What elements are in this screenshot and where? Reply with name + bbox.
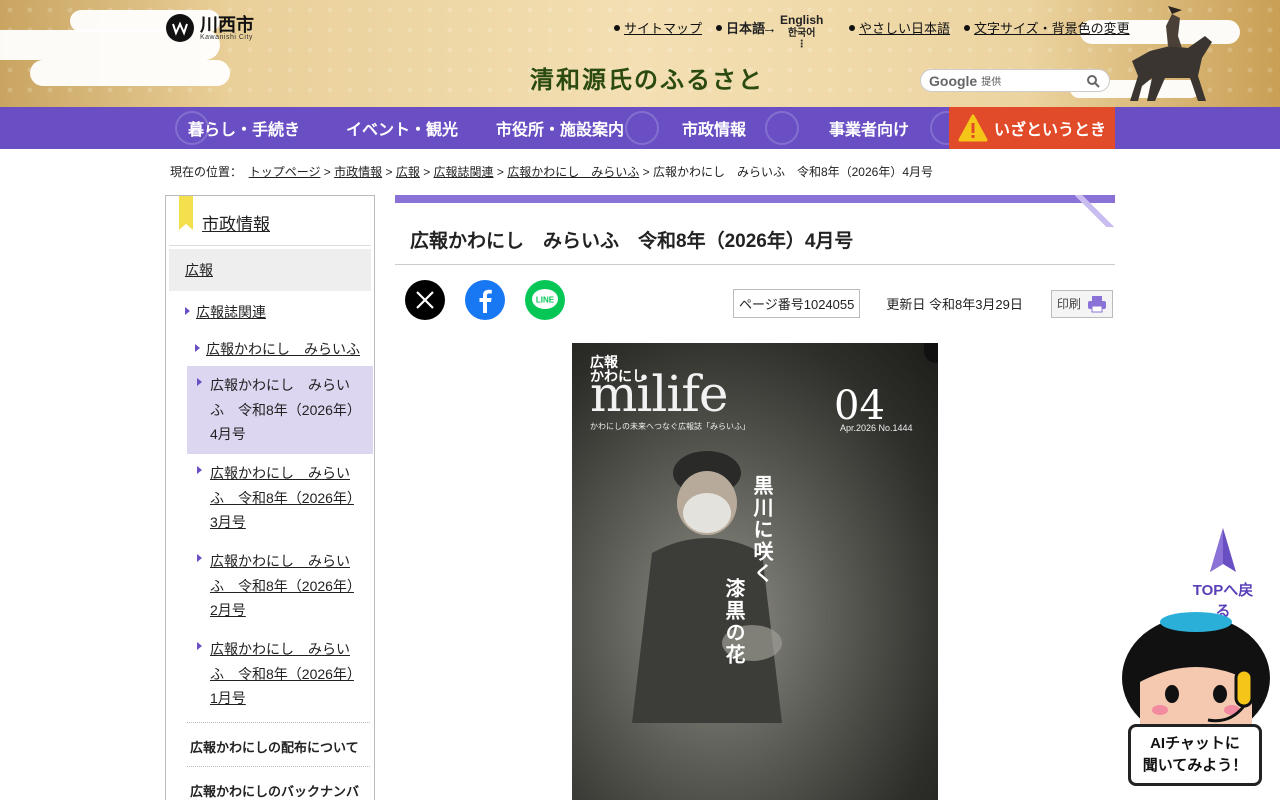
cover-issue-date: Apr.2026 No.1444	[840, 423, 913, 433]
sidebar-issue-march[interactable]: 広報かわにし みらいふ 令和8年（2026年）3月号	[210, 461, 360, 535]
facebook-share-icon[interactable]	[465, 280, 505, 320]
utility-links: サイトマップ 日本語 やさしい日本語 文字サイズ・背景色の変更	[614, 18, 1144, 37]
triangle-right-icon	[197, 466, 202, 474]
breadcrumb-koho-related[interactable]: 広報誌関連	[434, 165, 494, 179]
chat-line-1: AIチャットに	[1150, 735, 1240, 752]
share-buttons: LINE	[405, 280, 565, 320]
print-button[interactable]: 印刷	[1050, 289, 1113, 318]
nav-city-info[interactable]: 市政情報	[639, 107, 789, 149]
lang-more-icon: ⋮	[796, 39, 807, 50]
triangle-right-icon	[197, 378, 202, 386]
city-emblem-icon	[166, 14, 194, 42]
ai-chat-widget[interactable]: AIチャットに 聞いてみよう！	[1120, 612, 1272, 790]
sitemap-link[interactable]: サイトマップ	[624, 18, 702, 37]
line-share-icon[interactable]: LINE	[525, 280, 565, 320]
svg-text:LINE: LINE	[536, 296, 555, 305]
bookmark-icon	[179, 196, 193, 230]
sidebar-distribution-link[interactable]: 広報かわにしの配布について	[190, 737, 359, 756]
mascot-icon	[1122, 612, 1270, 740]
printer-icon	[1087, 295, 1106, 312]
x-share-icon[interactable]	[405, 280, 445, 320]
nav-business[interactable]: 事業者向け	[789, 107, 949, 149]
city-name-en: Kawanishi City	[200, 33, 253, 41]
back-to-top-button[interactable]: TOPへ戻る	[1186, 528, 1260, 621]
print-label: 印刷	[1056, 297, 1081, 311]
magazine-cover-image[interactable]: 広報 かわにし milife かわにしの未来へつなぐ広報誌「みらいふ」 04 A…	[572, 343, 938, 800]
page-meta: ページ番号1024055 更新日 令和8年3月29日 印刷	[733, 289, 1113, 318]
search-icon[interactable]	[1085, 73, 1101, 89]
language-selector[interactable]: English 한국어 ⋮	[780, 13, 824, 50]
samurai-horse-illustration	[1130, 6, 1212, 101]
sidebar-issue-current: 広報かわにし みらいふ 令和8年（2026年）4月号	[210, 377, 354, 442]
breadcrumb: 現在の位置： トップページ > 市政情報 > 広報 > 広報誌関連 > 広報かわ…	[170, 165, 933, 179]
nav-events[interactable]: イベント・観光	[323, 107, 481, 149]
triangle-right-icon	[197, 642, 202, 650]
site-tagline: 清和源氏のふるさと	[530, 65, 764, 94]
city-logo[interactable]: 川西市 Kawanishi City	[166, 14, 254, 42]
cover-subtitle: かわにしの未来へつなぐ広報誌「みらいふ」	[590, 422, 750, 431]
main-content: 広報かわにし みらいふ 令和8年（2026年）4月号 LINE ページ番号102…	[395, 195, 1115, 800]
site-header: 川西市 Kawanishi City 清和源氏のふるさと サイトマップ 日本語 …	[0, 0, 1280, 107]
site-search[interactable]: Google 提供	[920, 69, 1110, 92]
triangle-right-icon	[185, 307, 190, 315]
warning-icon	[958, 114, 988, 142]
google-brand: Google	[929, 72, 978, 89]
search-provided-label: 提供	[981, 77, 1002, 88]
chat-line-2: 聞いてみよう！	[1142, 757, 1248, 774]
nav-emergency-label: いざというとき	[993, 122, 1106, 139]
cover-headline-2: 漆黒の花	[722, 578, 746, 666]
up-arrow-icon	[1210, 528, 1236, 572]
global-nav: 暮らし・手続き イベント・観光 市役所・施設案内 市政情報 事業者向け いざとい…	[0, 107, 1280, 149]
updated-date: 更新日 令和8年3月29日	[886, 297, 1023, 312]
sidebar-backnumber-link[interactable]: 広報かわにしのバックナンバ	[190, 781, 359, 800]
breadcrumb-koho[interactable]: 広報	[396, 165, 420, 179]
triangle-right-icon	[197, 554, 202, 562]
breadcrumb-top[interactable]: トップページ	[249, 165, 321, 179]
triangle-right-icon	[195, 344, 200, 352]
lang-japanese[interactable]: 日本語	[726, 18, 765, 37]
text-size-color-link[interactable]: 文字サイズ・背景色の変更	[974, 18, 1130, 37]
breadcrumb-milife[interactable]: 広報かわにし みらいふ	[507, 165, 639, 179]
sidebar-heading[interactable]: 市政情報	[202, 210, 270, 235]
nav-living[interactable]: 暮らし・手続き	[165, 107, 323, 149]
city-name: 川西市	[200, 14, 254, 35]
breadcrumb-city-info[interactable]: 市政情報	[334, 165, 382, 179]
page-number: ページ番号1024055	[733, 289, 861, 318]
breadcrumb-current: 広報かわにし みらいふ 令和8年（2026年）4月号	[652, 165, 933, 179]
nav-facilities[interactable]: 市役所・施設案内	[481, 107, 639, 149]
sidebar: 市政情報 広報 広報誌関連 広報かわにし みらいふ 広報かわにし みらいふ 令和…	[165, 195, 375, 800]
arrow-right-icon: →	[762, 20, 777, 37]
sidebar-item-koho[interactable]: 広報	[169, 249, 371, 291]
easy-japanese-link[interactable]: やさしい日本語	[859, 18, 950, 37]
sidebar-item-milife[interactable]: 広報かわにし みらいふ	[195, 339, 360, 359]
nav-emergency[interactable]: いざというとき	[949, 107, 1115, 149]
cover-masthead: milife	[590, 365, 728, 423]
sidebar-item-koho-related[interactable]: 広報誌関連	[185, 302, 266, 322]
sidebar-issue-february[interactable]: 広報かわにし みらいふ 令和8年（2026年）2月号	[210, 549, 360, 623]
cover-headline-1: 黒川に咲く	[750, 475, 774, 585]
page-title: 広報かわにし みらいふ 令和8年（2026年）4月号	[395, 203, 1115, 265]
lang-english: English	[780, 13, 824, 27]
sidebar-issue-january[interactable]: 広報かわにし みらいふ 令和8年（2026年）1月号	[210, 637, 360, 711]
breadcrumb-prefix: 現在の位置：	[170, 165, 243, 179]
